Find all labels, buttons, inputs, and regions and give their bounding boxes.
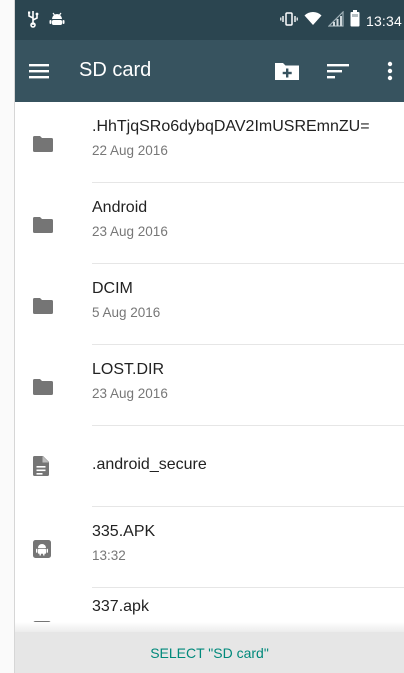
battery-icon <box>350 10 360 31</box>
file-name: 335.APK <box>92 523 156 540</box>
folder-icon <box>33 379 53 397</box>
file-date: 13:32 <box>92 548 126 563</box>
android-apk-icon <box>33 540 53 558</box>
file-name: .android_secure <box>92 456 207 473</box>
file-list: .HhTjqSRo6dybqDAV2ImUSREmnZU= 22 Aug 201… <box>15 102 404 622</box>
list-item[interactable]: .android_secure <box>15 426 404 507</box>
android-debug-icon <box>49 11 65 31</box>
page-title: SD card <box>79 59 152 81</box>
hamburger-menu-icon[interactable] <box>27 59 51 83</box>
file-date: 23 Aug 2016 <box>92 224 168 239</box>
usb-icon <box>27 10 39 32</box>
create-new-folder-icon[interactable] <box>273 57 301 85</box>
folder-icon <box>33 136 53 154</box>
list-item[interactable]: .HhTjqSRo6dybqDAV2ImUSREmnZU= 22 Aug 201… <box>15 102 404 183</box>
app-toolbar: SD card <box>15 40 404 102</box>
folder-icon <box>33 217 53 235</box>
file-date: 23 Aug 2016 <box>92 386 168 401</box>
sort-icon[interactable] <box>324 57 352 85</box>
file-name: .HhTjqSRo6dybqDAV2ImUSREmnZU= <box>92 118 370 135</box>
file-name: DCIM <box>92 280 133 297</box>
list-item[interactable]: 337.apk <box>15 588 404 622</box>
bottom-sheet-shadow <box>15 622 404 632</box>
file-name: Android <box>92 199 148 216</box>
folder-icon <box>33 298 53 316</box>
file-date: 5 Aug 2016 <box>92 305 161 320</box>
list-item[interactable]: LOST.DIR 23 Aug 2016 <box>15 345 404 426</box>
window-edge <box>0 0 15 673</box>
status-time: 13:34 <box>365 12 402 29</box>
file-name: 337.apk <box>92 598 149 615</box>
wifi-icon <box>304 11 322 30</box>
file-document-icon <box>33 456 53 476</box>
list-item[interactable]: 335.APK 13:32 <box>15 507 404 588</box>
select-folder-button[interactable]: SELECT "SD card" <box>15 632 404 673</box>
status-bar: 13:34 <box>15 0 404 40</box>
more-vertical-icon[interactable] <box>382 57 398 85</box>
file-date: 22 Aug 2016 <box>92 143 168 158</box>
vibrate-icon <box>280 11 298 31</box>
file-picker-screen: 13:34 SD card .HhTjqSRo6dybqDAV2ImUSREmn… <box>0 0 404 673</box>
list-item[interactable]: DCIM 5 Aug 2016 <box>15 264 404 345</box>
file-name: LOST.DIR <box>92 361 165 378</box>
list-item[interactable]: Android 23 Aug 2016 <box>15 183 404 264</box>
signal-icon <box>327 10 344 31</box>
